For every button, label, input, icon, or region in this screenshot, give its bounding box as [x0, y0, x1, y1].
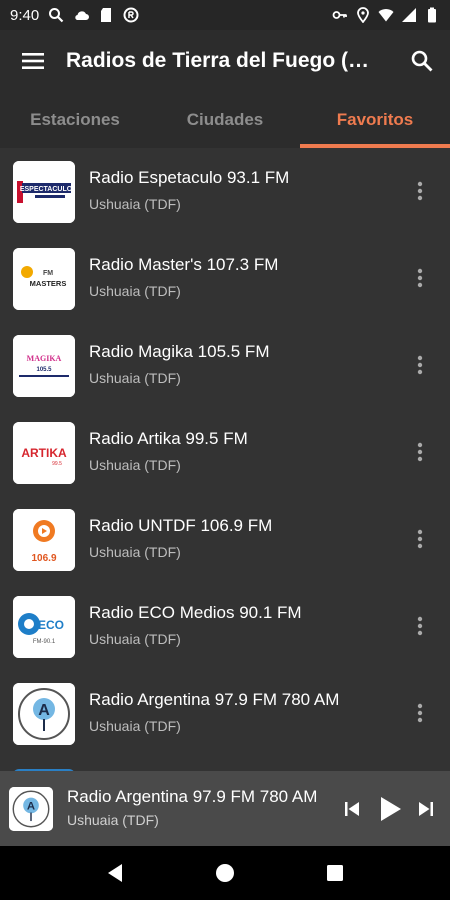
skip-previous-button[interactable]: [338, 795, 366, 823]
station-list: ESPECTACULO Radio Espetaculo 93.1 FM Ush…: [0, 148, 450, 771]
tab-bar: Estaciones Ciudades Favoritos: [0, 92, 450, 148]
signal-icon: [401, 7, 417, 23]
cloud-icon: [73, 7, 90, 23]
station-city: Ushuaia (TDF): [89, 283, 181, 299]
skip-next-button[interactable]: [412, 795, 440, 823]
more-vert-icon: [417, 529, 423, 549]
back-button[interactable]: [95, 853, 135, 893]
app-bar: Radios de Tierra del Fuego (Argentina): [0, 30, 450, 92]
more-vert-icon: [417, 355, 423, 375]
logo-text: 106.9: [31, 553, 56, 564]
svg-text:FM: FM: [43, 270, 53, 277]
station-title: Radio Argentina 97.9 FM 780 AM: [89, 690, 340, 709]
station-title: Radio Master's 107.3 FM: [89, 255, 279, 274]
wifi-icon: [378, 7, 394, 23]
station-city: Ushuaia (TDF): [89, 631, 181, 647]
more-options-button[interactable]: [408, 437, 432, 467]
menu-icon: [22, 53, 44, 69]
station-logo: ARTIKA 99.5: [13, 421, 75, 484]
station-title: Radio Espetaculo 93.1 FM: [89, 168, 290, 187]
menu-button[interactable]: [0, 30, 66, 92]
recents-icon: [327, 865, 343, 881]
logo-text: ARTIKA: [21, 446, 67, 460]
station-city: Ushuaia (TDF): [89, 544, 181, 560]
station-row[interactable]: A Radio Argentina 97.9 FM 780 AM Ushuaia…: [0, 670, 450, 757]
now-playing-city: Ushuaia (TDF): [67, 812, 159, 828]
station-row-partial[interactable]: [0, 757, 450, 771]
play-icon: [381, 797, 401, 821]
station-city: Ushuaia (TDF): [89, 457, 181, 473]
station-row[interactable]: FM MASTERS Radio Master's 107.3 FM Ushua…: [0, 235, 450, 322]
search-icon: [411, 50, 433, 72]
station-row[interactable]: ESPECTACULO Radio Espetaculo 93.1 FM Ush…: [0, 148, 450, 235]
tab-favoritos[interactable]: Favoritos: [300, 92, 450, 148]
logo-text: ECO: [38, 618, 64, 632]
play-button[interactable]: [376, 795, 404, 823]
more-options-button[interactable]: [408, 698, 432, 728]
logo-text: MAGIKA: [27, 354, 62, 363]
search-button[interactable]: [394, 30, 450, 92]
status-time: 9:40: [10, 6, 40, 24]
station-logo: 106.9: [13, 508, 75, 571]
more-options-button[interactable]: [408, 263, 432, 293]
home-button[interactable]: [205, 853, 245, 893]
system-nav-bar: [0, 846, 450, 900]
station-logo: A: [13, 682, 75, 745]
station-city: Ushuaia (TDF): [89, 196, 181, 212]
skip-previous-icon: [345, 802, 359, 816]
station-title: Radio UNTDF 106.9 FM: [89, 516, 273, 535]
station-row[interactable]: 106.9 Radio UNTDF 106.9 FM Ushuaia (TDF): [0, 496, 450, 583]
location-icon: [355, 7, 371, 23]
station-row[interactable]: MAGIKA 105.5 Radio Magika 105.5 FM Ushua…: [0, 322, 450, 409]
more-vert-icon: [417, 268, 423, 288]
app-screen: 9:40 Radios de Tierra del Fuego (Ar Esta…: [0, 0, 450, 900]
app-title: Radios de Tierra del Fuego (Argentina): [66, 49, 376, 72]
station-title: Radio ECO Medios 90.1 FM: [89, 603, 302, 622]
skip-next-icon: [419, 802, 433, 816]
more-vert-icon: [417, 616, 423, 636]
tab-ciudades[interactable]: Ciudades: [150, 92, 300, 148]
station-title: Radio Magika 105.5 FM: [89, 342, 270, 361]
now-playing-logo: A: [9, 787, 53, 831]
station-row[interactable]: ECO FM-90.1 Radio ECO Medios 90.1 FM Ush…: [0, 583, 450, 670]
more-options-button[interactable]: [408, 524, 432, 554]
search-icon: [48, 7, 64, 23]
home-icon: [216, 864, 234, 882]
svg-text:99.5: 99.5: [52, 461, 62, 467]
svg-text:105.5: 105.5: [36, 367, 52, 373]
more-vert-icon: [417, 442, 423, 462]
key-icon: [332, 7, 348, 23]
station-logo: FM MASTERS: [13, 247, 75, 310]
station-logo: ESPECTACULO: [13, 160, 75, 223]
svg-text:FM-90.1: FM-90.1: [33, 639, 56, 645]
station-logo: ECO FM-90.1: [13, 595, 75, 658]
more-options-button[interactable]: [408, 176, 432, 206]
logo-text: ESPECTACULO: [20, 186, 73, 193]
more-options-button[interactable]: [408, 350, 432, 380]
more-options-button[interactable]: [408, 611, 432, 641]
sd-card-icon: [98, 7, 114, 23]
logo-text: MASTERS: [30, 279, 67, 288]
radio-app-icon: [123, 7, 139, 23]
station-city: Ushuaia (TDF): [89, 370, 181, 386]
station-logo: MAGIKA 105.5: [13, 334, 75, 397]
recents-button[interactable]: [315, 853, 355, 893]
more-vert-icon: [417, 703, 423, 723]
station-title: Radio Artika 99.5 FM: [89, 429, 248, 448]
now-playing-title: Radio Argentina 97.9 FM 780 AM: [67, 787, 318, 806]
more-vert-icon: [417, 181, 423, 201]
station-city: Ushuaia (TDF): [89, 718, 181, 734]
svg-text:A: A: [27, 801, 35, 813]
tab-estaciones[interactable]: Estaciones: [0, 92, 150, 148]
mini-player[interactable]: A Radio Argentina 97.9 FM 780 AM Ushuaia…: [0, 771, 450, 846]
station-row[interactable]: ARTIKA 99.5 Radio Artika 99.5 FM Ushuaia…: [0, 409, 450, 496]
status-bar: 9:40: [0, 0, 450, 30]
back-icon: [108, 864, 122, 882]
battery-icon: [424, 7, 440, 23]
logo-text: A: [38, 702, 50, 719]
